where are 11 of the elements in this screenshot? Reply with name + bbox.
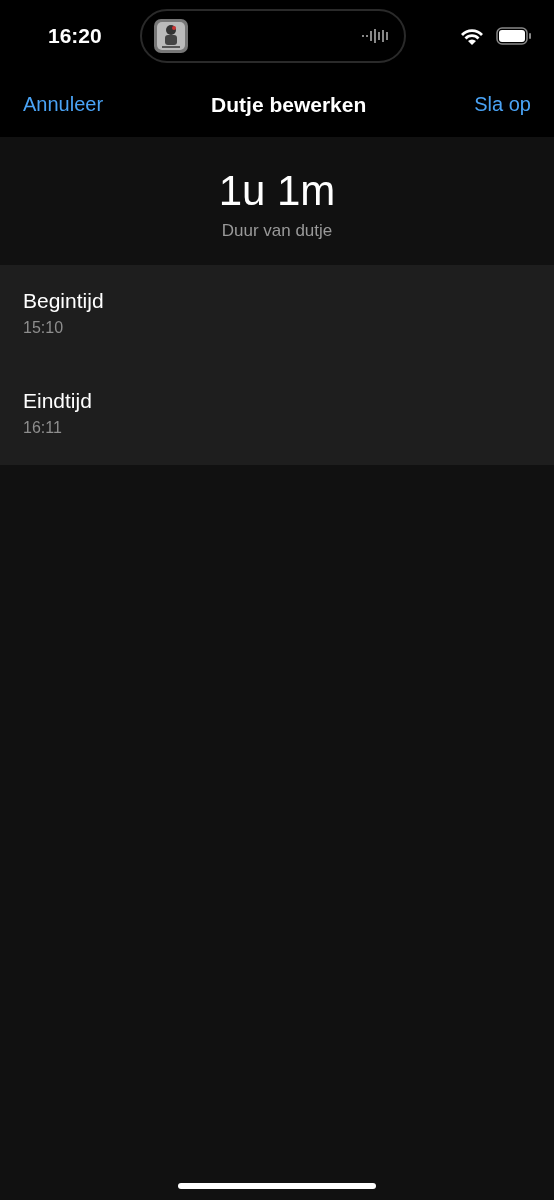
status-time: 16:20 (48, 24, 103, 48)
cancel-link[interactable]: Annuleer (23, 93, 104, 116)
home-indicator[interactable] (178, 1183, 376, 1189)
time-row[interactable]: Begintijd 15:10 (0, 265, 554, 365)
screen-title: Dutje bewerken (211, 92, 367, 117)
time-row[interactable]: Eindtijd 16:11 (0, 365, 554, 465)
battery-icon (496, 27, 532, 45)
duration-value: 1u 1m (218, 167, 336, 215)
duration-caption: Duur van dutje (221, 221, 333, 241)
save-link[interactable]: Sla op (474, 93, 531, 116)
wifi-icon (460, 27, 484, 45)
